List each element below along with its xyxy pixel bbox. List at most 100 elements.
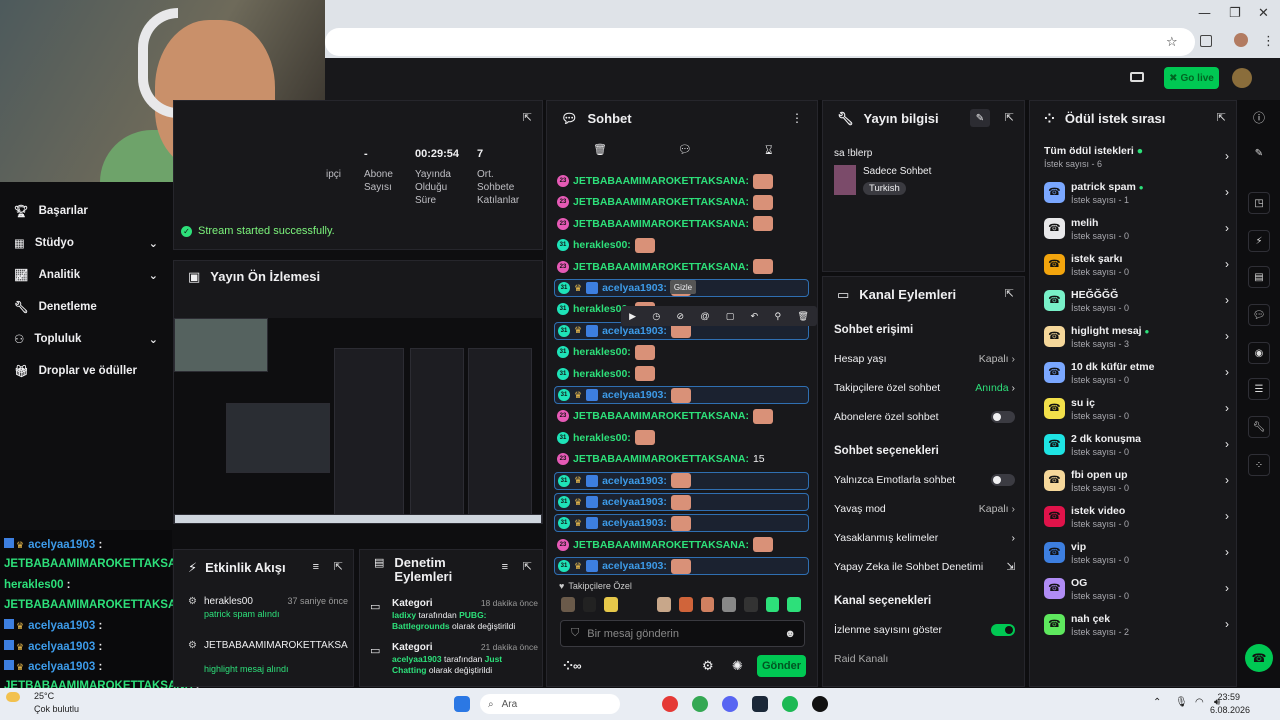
maximize-button[interactable]: ❐: [1229, 6, 1241, 21]
chat-message[interactable]: 31 ♛ acelyaa1903:: [554, 514, 809, 533]
chat-username[interactable]: herakles00:: [573, 239, 631, 251]
nav-drops[interactable]: 🎁︎ Droplar ve ödüller: [14, 361, 137, 381]
popout-icon[interactable]: ⇱: [523, 560, 532, 573]
stream-tag[interactable]: Turkish: [863, 182, 906, 195]
start-icon[interactable]: [454, 696, 470, 712]
banned-words-row[interactable]: Yasaklanmış kelimeler ›: [834, 532, 1015, 544]
chat-message[interactable]: 23 JETBABAAMIMAROKETTAKSANA:: [557, 172, 773, 190]
emote-only-row[interactable]: Yalnızca Emotlarla sohbet: [834, 474, 1015, 486]
mic-icon[interactable]: 🎙︎: [1175, 697, 1188, 708]
tray-chevron-icon[interactable]: ⌃: [1153, 697, 1161, 708]
chat-message[interactable]: 31 ♛ acelyaa1903:: [554, 557, 809, 576]
chat-username[interactable]: acelyaa1903:: [602, 325, 667, 337]
queue-item[interactable]: ☎ istek şarkı İstek sayısı - 0 ›: [1044, 251, 1229, 281]
queue-item[interactable]: ☎ higlight mesaj ● İstek sayısı - 3 ›: [1044, 323, 1229, 353]
go-live-button[interactable]: ✖ Go live: [1164, 67, 1219, 89]
hide-icon[interactable]: ⊘: [677, 311, 685, 322]
chat-message[interactable]: 31 ♛ acelyaa1903:: [554, 493, 809, 511]
chat-message[interactable]: 23 JETBABAAMIMAROKETTAKSANA:: [557, 407, 773, 425]
play-icon[interactable]: ▶: [629, 311, 636, 322]
chat-message[interactable]: 31 ♛ acelyaa1903:: [554, 471, 809, 490]
chat-username[interactable]: acelyaa1903:: [602, 496, 667, 508]
layout-icon[interactable]: ☰: [1248, 378, 1270, 400]
nav-analytics[interactable]: 📈︎ Analitik ⌄: [14, 265, 174, 285]
spotify-icon[interactable]: [782, 696, 798, 712]
followers-only-row[interactable]: Takipçilere özel sohbet Anında ›: [834, 382, 1015, 394]
queue-item[interactable]: ☎ fbi open up İstek sayısı - 0 ›: [1044, 467, 1229, 497]
opera-icon[interactable]: [662, 696, 678, 712]
stream-preview-video[interactable]: [174, 318, 542, 524]
raid-channel-row[interactable]: Raid Kanalı: [834, 653, 1015, 665]
slow-mode-row[interactable]: Yavaş mod Kapalı ›: [834, 503, 1015, 515]
subs-only-row[interactable]: Abonelere özel sohbet: [834, 411, 1015, 423]
queue-item[interactable]: ☎ 10 dk küfür etme İstek sayısı - 0 ›: [1044, 359, 1229, 389]
account-age-row[interactable]: Hesap yaşı Kapalı ›: [834, 353, 1015, 365]
mention-icon[interactable]: @: [700, 311, 709, 321]
discord-icon[interactable]: [722, 696, 738, 712]
popout-icon[interactable]: ⇱: [1005, 287, 1014, 300]
queue-item[interactable]: ☎ vip İstek sayısı - 0 ›: [1044, 539, 1229, 569]
chat-username[interactable]: acelyaa1903:: [602, 517, 667, 529]
emote-bar[interactable]: [561, 597, 801, 613]
star-icon[interactable]: ☆: [1166, 34, 1178, 50]
minimize-button[interactable]: —: [1198, 6, 1211, 21]
chat-username[interactable]: acelyaa1903:: [602, 475, 667, 487]
chat-input[interactable]: ⛉ Bir mesaj gönderin ☻: [560, 620, 805, 647]
chat-username[interactable]: herakles00:: [573, 346, 631, 358]
chat-message[interactable]: 23 JETBABAAMIMAROKETTAKSANA:: [557, 193, 773, 211]
chat-message[interactable]: 23 JETBABAAMIMAROKETTAKSANA:: [557, 215, 773, 233]
edit-icon[interactable]: ✎: [1248, 142, 1270, 164]
profile-avatar[interactable]: [1234, 33, 1248, 47]
queue-item[interactable]: ☎ su iç İstek sayısı - 0 ›: [1044, 395, 1229, 425]
chat-message[interactable]: 23 JETBABAAMIMAROKETTAKSANA:: [557, 536, 773, 554]
filter-icon[interactable]: ≡: [502, 561, 508, 573]
send-button[interactable]: Gönder: [757, 655, 806, 677]
copy-icon[interactable]: ▢: [726, 311, 735, 322]
delete-icon[interactable]: 🗑︎: [797, 311, 808, 322]
chat-message[interactable]: 31 ♛ acelyaa1903:: [554, 386, 809, 404]
queue-item[interactable]: ☎ melih İstek sayısı - 0 ›: [1044, 215, 1229, 245]
chat-icon[interactable]: 💬︎: [1248, 304, 1270, 326]
chat-username[interactable]: herakles00:: [573, 432, 631, 444]
address-bar[interactable]: [325, 28, 1195, 56]
popout-icon[interactable]: ⇱: [523, 111, 532, 124]
wifi-icon[interactable]: ◠: [1195, 697, 1204, 708]
chrome-icon[interactable]: [692, 696, 708, 712]
taskbar-search[interactable]: ⌕ Ara: [480, 694, 620, 714]
chat-message[interactable]: 23 JETBABAAMIMAROKETTAKSANA: 15: [557, 450, 765, 468]
user-avatar[interactable]: [1232, 68, 1252, 88]
nav-studio[interactable]: ▦ Stüdyo ⌄: [14, 233, 174, 253]
support-icon[interactable]: ☎: [1245, 644, 1273, 672]
chat-message[interactable]: 31 herakles00:: [557, 429, 655, 447]
chat-message[interactable]: 31 herakles00:: [557, 343, 655, 361]
queue-item[interactable]: ☎ HEĞĞĞĞ İstek sayısı - 0 ›: [1044, 287, 1229, 317]
pin-icon[interactable]: ⚲: [774, 311, 781, 322]
infinity-icon[interactable]: ⁘∞: [563, 659, 582, 673]
edit-icon[interactable]: ✎: [970, 109, 990, 127]
chat-username[interactable]: JETBABAAMIMAROKETTAKSANA:: [573, 196, 749, 208]
queue-item[interactable]: ☎ OG İstek sayısı - 0 ›: [1044, 575, 1229, 605]
info-icon[interactable]: ⓘ: [1248, 106, 1270, 128]
nav-achievements[interactable]: 🏆︎ Başarılar: [14, 201, 88, 221]
viewcount-row[interactable]: İzlenme sayısını göster: [834, 624, 1015, 636]
close-button[interactable]: ✕: [1258, 6, 1269, 21]
chat-username[interactable]: JETBABAAMIMAROKETTAKSANA:: [573, 410, 749, 422]
chat-username[interactable]: acelyaa1903:: [602, 389, 667, 401]
app-icon[interactable]: [812, 696, 828, 712]
chat-username[interactable]: JETBABAAMIMAROKETTAKSANA:: [573, 453, 749, 465]
wrench-icon[interactable]: 🔧︎: [1248, 416, 1270, 438]
chat-username[interactable]: JETBABAAMIMAROKETTAKSANA:: [573, 261, 749, 273]
browser-menu-icon[interactable]: ⋮: [1262, 33, 1275, 49]
capture-icon[interactable]: ◳: [1248, 192, 1270, 214]
document-icon[interactable]: ▤: [1248, 266, 1270, 288]
popout-icon[interactable]: ⇱: [334, 560, 343, 573]
queue-item[interactable]: ☎ nah çek İstek sayısı - 2 ›: [1044, 611, 1229, 641]
reply-icon[interactable]: ↶: [751, 311, 759, 322]
clock-icon[interactable]: ◷: [652, 311, 660, 322]
chat-username[interactable]: acelyaa1903:: [602, 282, 667, 294]
extensions-icon[interactable]: [1200, 35, 1212, 47]
puzzle-icon[interactable]: ✺: [732, 658, 743, 674]
popout-icon[interactable]: ⇱: [1005, 111, 1014, 124]
settings-icon[interactable]: ⚙: [702, 658, 714, 674]
chat-message[interactable]: 31 herakles00:: [557, 236, 655, 254]
